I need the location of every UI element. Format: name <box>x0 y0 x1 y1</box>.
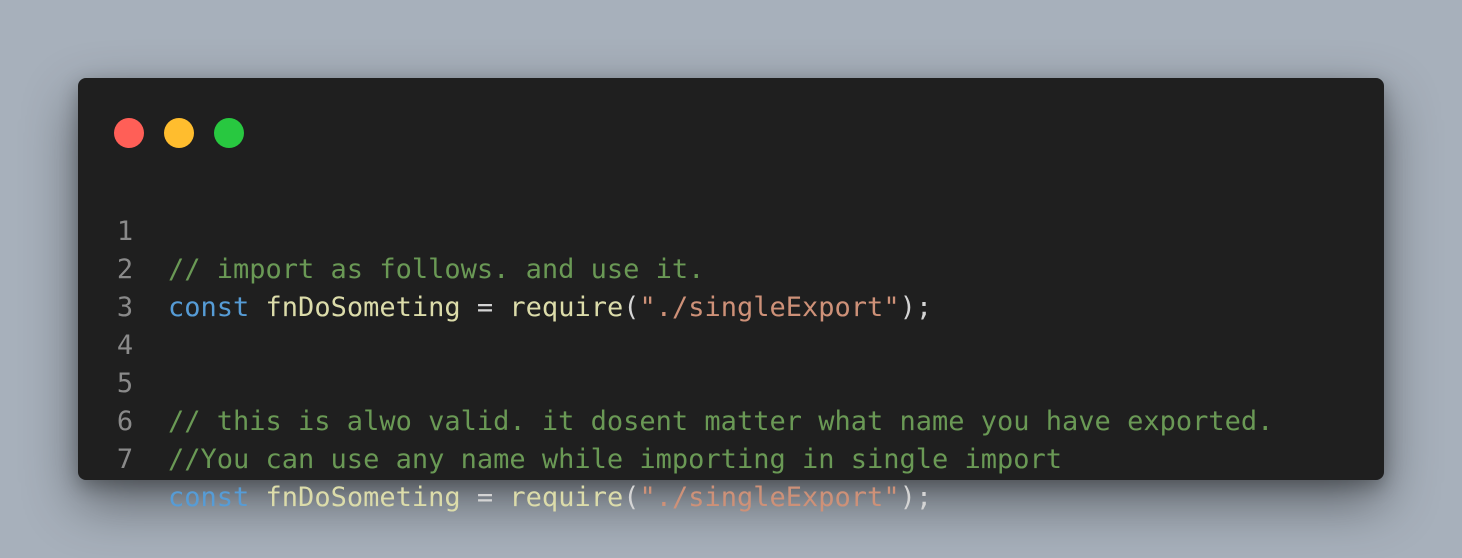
close-dot-icon[interactable] <box>114 118 144 148</box>
keyword-token: const <box>168 482 250 513</box>
code-line-2: 2 const fnDoSometing = require("./single… <box>114 213 1364 323</box>
maximize-dot-icon[interactable] <box>214 118 244 148</box>
line-number: 7 <box>116 444 134 475</box>
string-token: "./singleExport" <box>639 482 900 513</box>
code-line-5: 5 // this is alwo valid. it dosent matte… <box>114 327 1364 437</box>
code-block: 1 // import as follows. and use it. 2 co… <box>114 175 1364 513</box>
comment-token: //You can use any name while importing i… <box>168 444 1063 475</box>
line-content: const fnDoSometing = require("./singleEx… <box>168 479 932 517</box>
close-paren-token: ); <box>899 482 933 513</box>
line-content: //You can use any name while importing i… <box>168 441 1062 479</box>
code-line-1: 1 // import as follows. and use it. <box>114 175 1364 285</box>
open-paren-token: ( <box>623 482 640 513</box>
code-line-3: 3 <box>114 251 1364 323</box>
code-line-6: 6 //You can use any name while importing… <box>114 365 1364 475</box>
function-token: require <box>509 482 624 513</box>
identifier-token: fnDoSometing <box>265 482 461 513</box>
operator-token: = <box>476 482 494 513</box>
code-line-7: 7 const fnDoSometing = require("./single… <box>114 403 1364 513</box>
code-line-4: 4 <box>114 289 1364 361</box>
code-window: 1 // import as follows. and use it. 2 co… <box>78 78 1384 513</box>
minimize-dot-icon[interactable] <box>164 118 194 148</box>
